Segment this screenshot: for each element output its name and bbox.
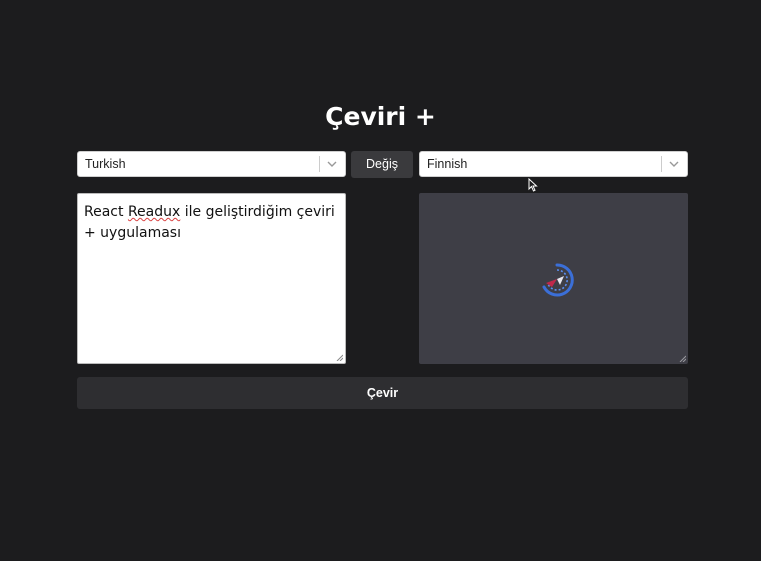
swap-languages-button[interactable]: Değiş [351,151,413,178]
target-language-value: Finnish [427,157,468,171]
source-text-before: React [84,204,128,220]
spinner-icon [542,263,574,297]
chevron-down-icon[interactable] [325,158,339,170]
select-separator [319,156,320,172]
mouse-pointer-icon [528,178,538,192]
chevron-down-icon[interactable] [667,158,681,170]
resize-handle-icon[interactable] [679,355,686,362]
source-text-input[interactable]: React Readux ile geliştirdiğim çeviri + … [77,193,346,364]
translate-button[interactable]: Çevir [77,377,688,409]
select-separator [661,156,662,172]
source-language-select[interactable]: Turkish [77,151,346,177]
misspelled-word: Readux [127,204,181,220]
resize-handle-icon[interactable] [336,354,343,361]
page-title: Çeviri + [325,102,436,131]
source-language-value: Turkish [85,157,126,171]
target-language-select[interactable]: Finnish [419,151,688,177]
